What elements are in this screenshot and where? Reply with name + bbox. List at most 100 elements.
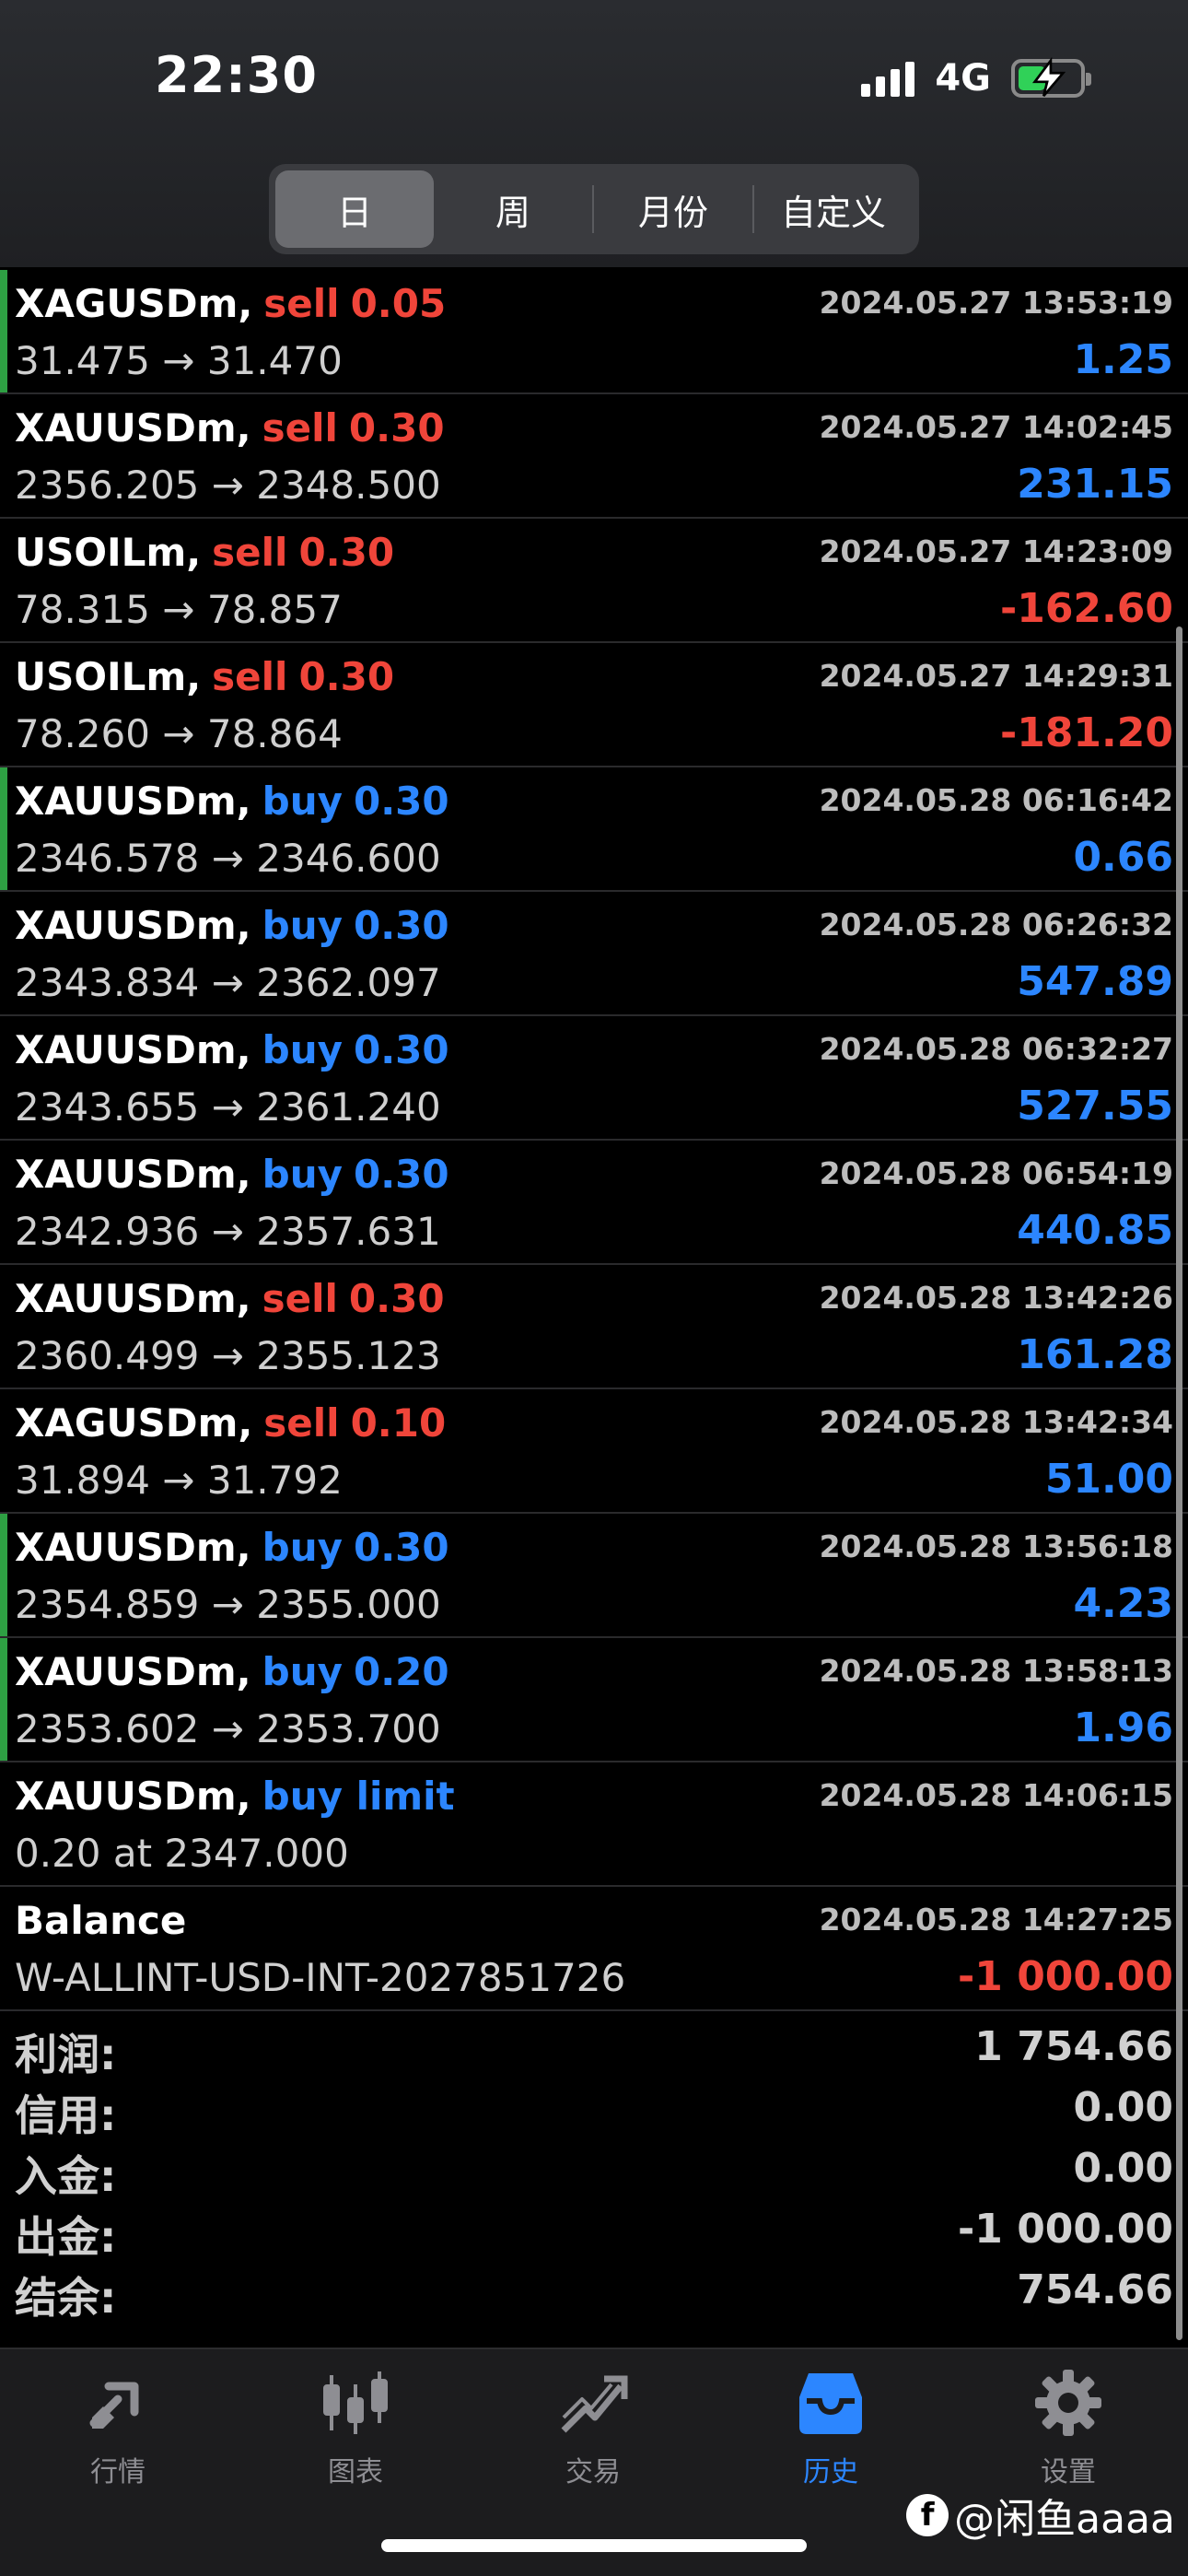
- summary-row-withdrawal: 出金: -1 000.00: [0, 2198, 1188, 2262]
- deal-row[interactable]: Balance W-ALLINT-USD-INT-2027851726 2024.0…: [0, 1887, 1188, 2011]
- deal-symbol: XAUUSDm,: [15, 1152, 251, 1197]
- tabbar-item-settings[interactable]: 设置: [995, 2366, 1142, 2489]
- deal-datetime: 2024.05.27 13:53:19: [819, 285, 1173, 321]
- summary-value: -1 000.00: [958, 2206, 1173, 2253]
- deal-row[interactable]: XAUUSDm, buy limit 0.20 at 2347.000 2024.05…: [0, 1762, 1188, 1887]
- home-indicator[interactable]: [381, 2539, 807, 2552]
- deal-row[interactable]: XAGUSDm, sell 0.05 31.475 → 31.470 2024.05.2…: [0, 270, 1188, 394]
- deal-title: XAUUSDm, buy 0.30: [15, 1152, 449, 1197]
- deal-title: XAUUSDm, sell 0.30: [15, 1276, 445, 1321]
- tab-week[interactable]: 周: [434, 170, 592, 248]
- summary-value: 0.00: [1073, 2084, 1173, 2131]
- deal-datetime: 2024.05.28 14:06:15: [819, 1777, 1173, 1813]
- deal-volume: 0.30: [353, 1027, 449, 1072]
- deal-title: XAUUSDm, buy 0.30: [15, 1027, 449, 1072]
- deal-row[interactable]: USOILm, sell 0.30 78.315 → 78.857 2024.05.27…: [0, 519, 1188, 643]
- deal-profit: 440.85: [1017, 1207, 1173, 1254]
- deal-volume: 0.30: [353, 779, 449, 824]
- deal-volume: 0.10: [350, 1400, 447, 1446]
- deal-row[interactable]: XAUUSDm, buy 0.30 2343.655 → 2361.240 2024.0…: [0, 1016, 1188, 1141]
- deal-datetime: 2024.05.28 06:26:32: [819, 907, 1173, 943]
- deal-side: sell: [262, 1276, 338, 1321]
- deal-volume: 0.30: [353, 1152, 449, 1197]
- tabbar-label: 设置: [1041, 2456, 1096, 2488]
- deal-symbol: XAUUSDm,: [15, 903, 251, 948]
- summary-label: 出金:: [15, 2212, 117, 2262]
- deal-datetime: 2024.05.28 13:42:34: [819, 1404, 1173, 1440]
- deal-row[interactable]: XAUUSDm, buy 0.30 2354.859 → 2355.000 2024.0…: [0, 1514, 1188, 1638]
- summary-label: 信用:: [15, 2090, 117, 2140]
- deal-symbol: XAUUSDm,: [15, 1774, 251, 1819]
- deal-volume: 0.30: [298, 530, 395, 575]
- deal-row[interactable]: XAUUSDm, buy 0.30 2342.936 → 2357.631 2024.0…: [0, 1141, 1188, 1265]
- deal-row[interactable]: XAGUSDm, sell 0.10 31.894 → 31.792 2024.05.2…: [0, 1389, 1188, 1514]
- deal-profit: 547.89: [1017, 958, 1173, 1005]
- deal-title: XAUUSDm, buy 0.30: [15, 1525, 449, 1570]
- summary-label: 利润:: [15, 2030, 117, 2079]
- deal-volume: 0.20: [353, 1649, 449, 1694]
- cellular-signal-icon: [861, 60, 915, 97]
- deal-row[interactable]: XAUUSDm, buy 0.20 2353.602 → 2353.700 2024.0…: [0, 1638, 1188, 1762]
- deal-title: XAUUSDm, buy limit: [15, 1774, 455, 1819]
- deal-title: USOILm, sell 0.30: [15, 530, 394, 575]
- xianyu-logo-icon: f: [906, 2494, 949, 2536]
- deal-prices: 2342.936 → 2357.631: [15, 1209, 441, 1254]
- deal-row[interactable]: XAUUSDm, sell 0.30 2360.499 → 2355.123 2024.…: [0, 1265, 1188, 1389]
- deal-symbol: XAGUSDm,: [15, 1400, 253, 1446]
- deal-datetime: 2024.05.28 13:42:26: [819, 1280, 1173, 1316]
- app-root: 22:30 4G 日 周 月份 自定义 XAGUSDm, sell 0.05 31.4…: [0, 0, 1188, 2576]
- deal-title: XAGUSDm, sell 0.05: [15, 281, 446, 326]
- deal-symbol: XAUUSDm,: [15, 405, 251, 451]
- deal-row[interactable]: USOILm, sell 0.30 78.260 → 78.864 2024.05.27…: [0, 643, 1188, 767]
- deal-row[interactable]: XAUUSDm, buy 0.30 2343.834 → 2362.097 2024.0…: [0, 892, 1188, 1016]
- deal-row[interactable]: XAUUSDm, sell 0.30 2356.205 → 2348.500 2024.…: [0, 394, 1188, 519]
- deal-prices: 2343.834 → 2362.097: [15, 960, 441, 1005]
- deal-row[interactable]: XAUUSDm, buy 0.30 2346.578 → 2346.600 2024.0…: [0, 767, 1188, 892]
- deal-side: buy limit: [262, 1774, 455, 1819]
- deal-symbol: XAUUSDm,: [15, 779, 251, 824]
- tabbar-item-history[interactable]: 历史: [757, 2366, 904, 2489]
- tabbar-item-trade[interactable]: 交易: [519, 2366, 667, 2489]
- tab-month[interactable]: 月份: [594, 170, 752, 248]
- deal-volume: 0.30: [298, 654, 395, 699]
- deal-prices: W-ALLINT-USD-INT-2027851726: [15, 1955, 626, 2000]
- deal-side: buy: [262, 1525, 343, 1570]
- watermark: f @闲鱼aaaa: [906, 2486, 1175, 2545]
- deal-symbol: XAUUSDm,: [15, 1027, 251, 1072]
- deal-datetime: 2024.05.28 06:54:19: [819, 1155, 1173, 1191]
- deal-datetime: 2024.05.28 06:16:42: [819, 782, 1173, 818]
- status-time: 22:30: [155, 46, 318, 104]
- deal-volume: 0.30: [353, 903, 449, 948]
- deal-volume: 0.30: [353, 1525, 449, 1570]
- deal-profit: 1.96: [1073, 1704, 1173, 1751]
- period-segmented-control: 日 周 月份 自定义: [269, 164, 919, 254]
- deal-profit: 1.25: [1073, 336, 1173, 383]
- tab-custom[interactable]: 自定义: [754, 170, 913, 248]
- deal-symbol: XAUUSDm,: [15, 1525, 251, 1570]
- summary-row-balance: 结余: 754.66: [0, 2259, 1188, 2323]
- gear-icon: [1035, 2370, 1101, 2436]
- summary-section: 利润: 1 754.66 信用: 0.00 入金: 0.00 出金: -1 00…: [0, 2016, 1188, 2323]
- deal-profit: -162.60: [999, 585, 1173, 632]
- tab-day[interactable]: 日: [275, 170, 434, 248]
- tabbar-item-quotes[interactable]: 行情: [44, 2366, 192, 2489]
- watermark-text: @闲鱼aaaa: [954, 2496, 1175, 2543]
- deal-datetime: 2024.05.28 06:32:27: [819, 1031, 1173, 1067]
- deal-prices: 78.315 → 78.857: [15, 587, 343, 632]
- tabbar-item-charts[interactable]: 图表: [282, 2366, 429, 2489]
- deal-datetime: 2024.05.28 13:58:13: [819, 1653, 1173, 1689]
- trade-chart-icon: [561, 2375, 628, 2433]
- deal-prices: 2353.602 → 2353.700: [15, 1706, 441, 1751]
- deal-side: sell: [212, 654, 288, 699]
- deal-prices: 31.475 → 31.470: [15, 338, 343, 383]
- scrollbar[interactable]: [1176, 626, 1182, 2340]
- deal-datetime: 2024.05.27 14:23:09: [819, 533, 1173, 569]
- header-area: 22:30 4G 日 周 月份 自定义: [0, 0, 1188, 267]
- summary-value: 1 754.66: [974, 2023, 1173, 2070]
- deal-side: sell: [262, 405, 338, 451]
- deal-side: buy: [262, 903, 343, 948]
- summary-value: 0.00: [1073, 2145, 1173, 2192]
- deal-profit: 527.55: [1017, 1083, 1173, 1130]
- deal-symbol: XAUUSDm,: [15, 1276, 251, 1321]
- summary-label: 入金:: [15, 2151, 117, 2201]
